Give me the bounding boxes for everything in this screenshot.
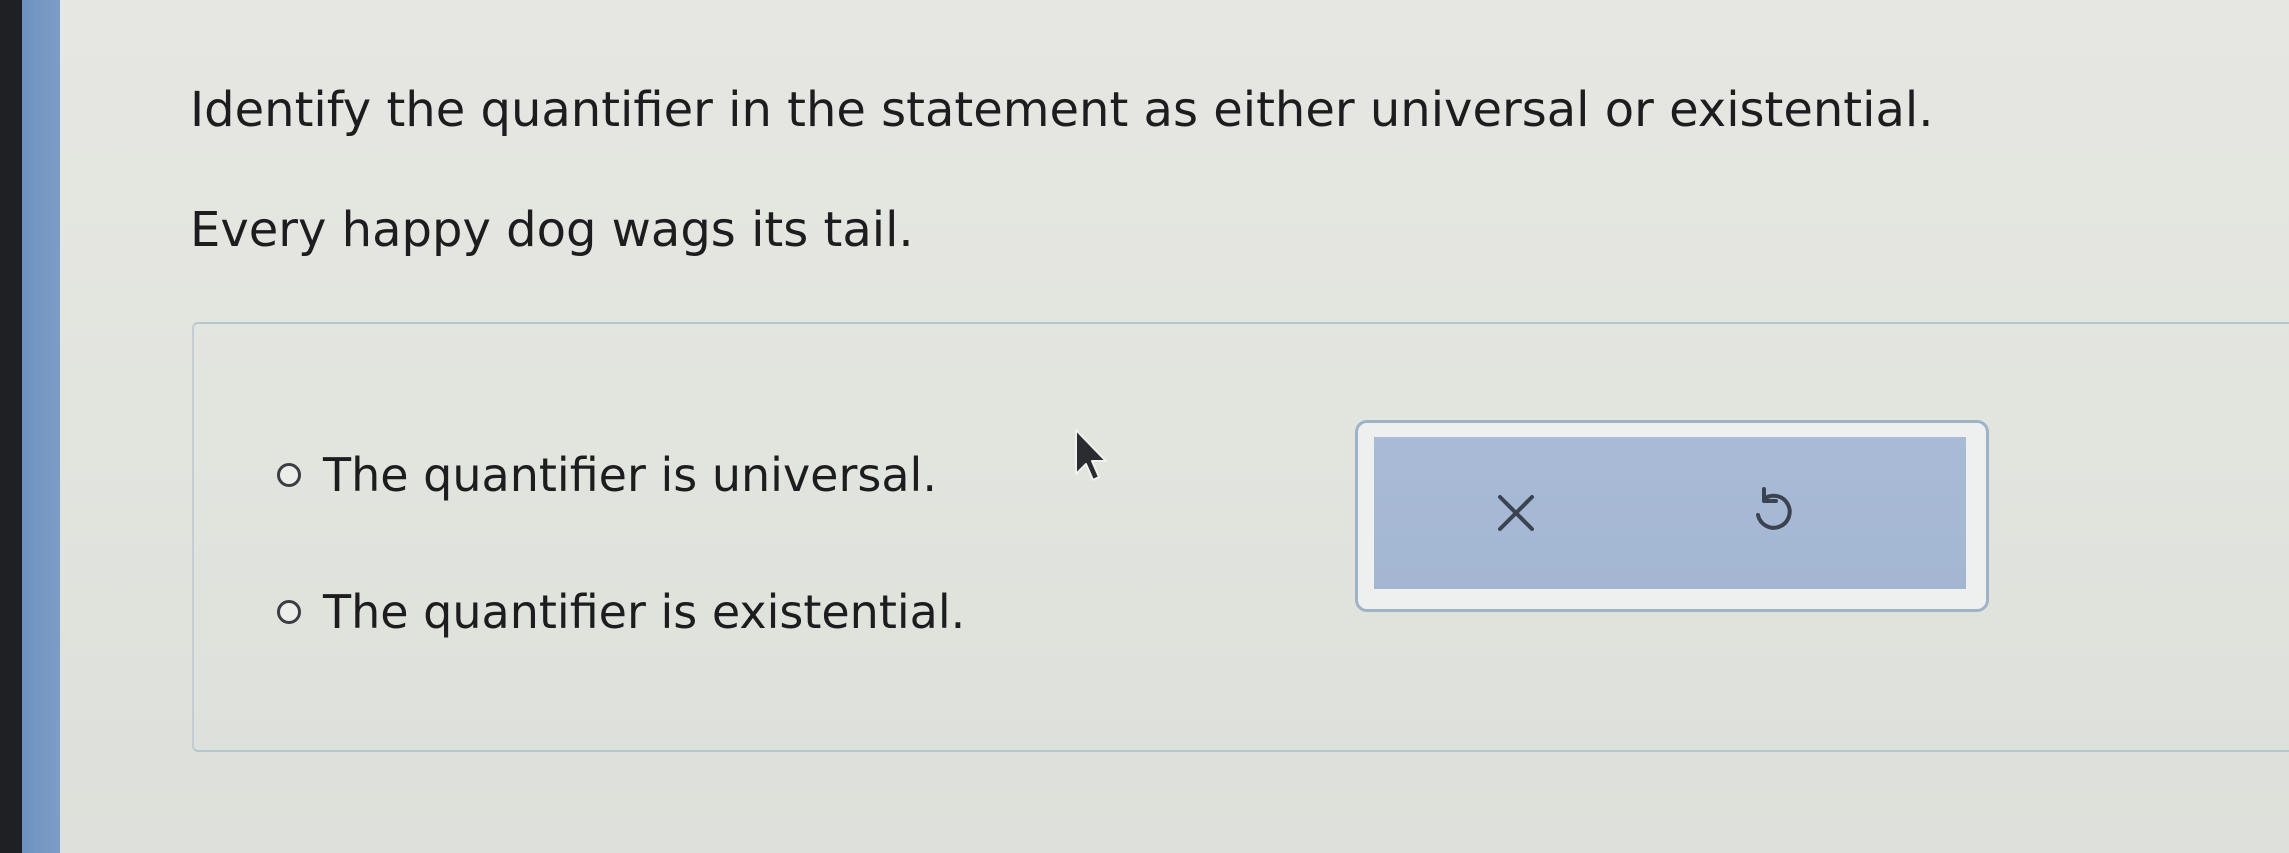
option-universal[interactable]: The quantifier is universal.	[277, 447, 937, 503]
answer-toolbar	[1355, 420, 1989, 612]
toolbar-fill	[1374, 437, 1966, 589]
mouse-pointer-icon	[1075, 429, 1107, 481]
option-label-universal: The quantifier is universal.	[323, 448, 937, 502]
question-prompt: Identify the quantifier in the statement…	[190, 82, 1934, 138]
question-statement: Every happy dog wags its tail.	[190, 202, 914, 258]
undo-icon	[1756, 487, 1792, 530]
option-label-existential: The quantifier is existential.	[323, 585, 966, 639]
close-icon	[1498, 495, 1534, 531]
undo-button[interactable]	[1712, 437, 1832, 589]
clear-button[interactable]	[1456, 437, 1576, 589]
left-accent-bar	[22, 0, 60, 853]
screen-bezel	[0, 0, 22, 853]
radio-universal[interactable]	[277, 463, 301, 487]
radio-existential[interactable]	[277, 600, 301, 624]
option-existential[interactable]: The quantifier is existential.	[277, 584, 965, 640]
